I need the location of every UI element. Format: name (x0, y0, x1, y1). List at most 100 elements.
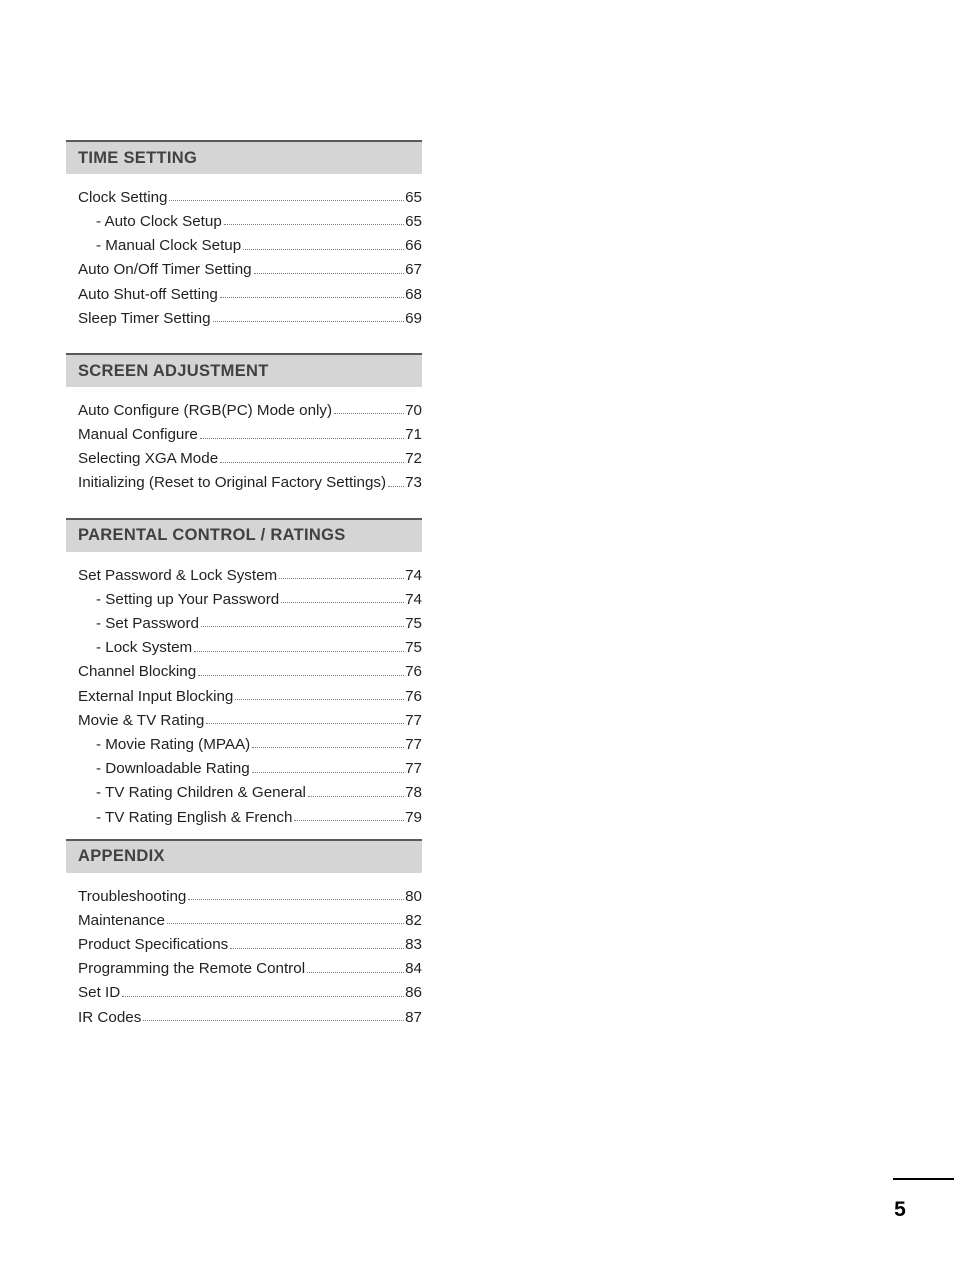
toc-section: TIME SETTING Clock Setting 65- Auto Clock … (66, 140, 422, 327)
toc-entry-label: - Movie Rating (MPAA) (96, 735, 251, 753)
toc-entry[interactable]: - Manual Clock Setup 66 (66, 230, 422, 254)
toc-entry[interactable]: Set Password & Lock System 74 (66, 560, 422, 584)
toc-entry[interactable]: Selecting XGA Mode 72 (66, 444, 422, 468)
dot-leader (243, 248, 405, 250)
toc-entry[interactable]: Initializing (Reset to Original Factory … (66, 468, 422, 492)
dot-leader (220, 461, 405, 463)
toc-entry[interactable]: Set ID 86 (66, 978, 422, 1002)
toc-entry-page: 76 (405, 687, 422, 705)
section-header: PARENTAL CONTROL / RATINGS (66, 517, 422, 552)
section-title: TIME SETTING (78, 148, 198, 167)
toc-entry-page: 80 (405, 887, 422, 905)
toc-entry[interactable]: Troubleshooting 80 (66, 881, 422, 905)
section-title: SCREEN ADJUSTMENT (78, 361, 269, 380)
toc-entry-page: 65 (405, 212, 422, 230)
section-header: APPENDIX (66, 838, 422, 873)
toc-entry-label: Initializing (Reset to Original Factory … (78, 474, 387, 492)
toc-entry-label: Sleep Timer Setting (78, 309, 211, 327)
toc-entry-label: Movie & TV Rating (78, 711, 205, 729)
dot-leader (307, 971, 405, 973)
dot-leader (212, 320, 405, 323)
dot-leader (279, 577, 405, 580)
toc-entry-page: 75 (405, 639, 422, 657)
dot-leader (388, 485, 405, 487)
dot-leader (198, 674, 405, 676)
toc-entry-label: Auto Shut-off Setting (78, 285, 218, 303)
footer-rule (893, 1178, 954, 1180)
toc-entry-page: 74 (405, 566, 422, 584)
toc-entry-page: 71 (405, 426, 422, 444)
toc-entry-label: Programming the Remote Control (78, 960, 306, 978)
toc-section: PARENTAL CONTROL / RATINGS Set Password &… (66, 517, 422, 826)
dot-leader (294, 819, 405, 821)
toc-entry-label: Set Password & Lock System (78, 566, 278, 584)
toc-entry-page: 83 (405, 936, 422, 954)
toc-entry-label: Set ID (78, 984, 121, 1002)
toc-entry[interactable]: Channel Blocking 76 (66, 657, 422, 681)
toc-entry-label: - TV Rating Children & General (96, 784, 306, 802)
toc-entry-label: Auto Configure (RGB(PC) Mode only) (78, 401, 333, 419)
toc-entry-label: Product Specifications (78, 936, 229, 954)
dot-leader (230, 947, 405, 949)
dot-leader (122, 995, 405, 997)
toc-entry-label: External Input Blocking (78, 687, 234, 705)
dot-leader (143, 1019, 405, 1022)
toc-entry-page: 87 (405, 1008, 422, 1026)
toc-entry-list: Auto Configure (RGB(PC) Mode only) 70 Manu… (66, 387, 422, 492)
toc-section: SCREEN ADJUSTMENT Auto Configure (RGB(PC)… (66, 353, 422, 492)
toc-entry-label: - Lock System (96, 639, 193, 657)
toc-entry-page: 76 (405, 663, 422, 681)
section-header: TIME SETTING (66, 140, 422, 174)
toc-entry[interactable]: Product Specifications 83 (66, 929, 422, 953)
toc-entry[interactable]: External Input Blocking 76 (66, 681, 422, 705)
dot-leader (223, 223, 405, 226)
toc-entry-label: - Manual Clock Setup (96, 237, 242, 255)
toc-entry[interactable]: - Auto Clock Setup 65 (66, 206, 422, 230)
dot-leader (188, 898, 405, 901)
toc-entry-page: 67 (405, 261, 422, 279)
toc-entry[interactable]: - TV Rating English & French 79 (66, 802, 422, 826)
toc-entry-label: Channel Blocking (78, 663, 197, 681)
section-title: APPENDIX (78, 847, 165, 866)
toc-entry-page: 77 (405, 735, 422, 753)
toc-entry-list: Clock Setting 65- Auto Clock Setup 65- Man… (66, 174, 422, 327)
toc-entry[interactable]: Auto Configure (RGB(PC) Mode only) 70 (66, 395, 422, 419)
toc-entry-page: 74 (405, 590, 422, 608)
toc-entry[interactable]: Clock Setting 65 (66, 182, 422, 206)
toc-entry[interactable]: Auto On/Off Timer Setting 67 (66, 255, 422, 279)
toc-entry[interactable]: - Set Password 75 (66, 608, 422, 632)
dot-leader (166, 922, 405, 925)
dot-leader (252, 746, 405, 749)
toc-entry[interactable]: Manual Configure 71 (66, 419, 422, 443)
toc-entry-page: 75 (405, 615, 422, 633)
toc-entry[interactable]: Auto Shut-off Setting 68 (66, 279, 422, 303)
dot-leader (169, 199, 405, 202)
toc-entry-label: Selecting XGA Mode (78, 450, 219, 468)
toc-entry-label: Maintenance (78, 911, 165, 929)
toc-entry[interactable]: - TV Rating Children & General 78 (66, 778, 422, 802)
toc-entry[interactable]: - Movie Rating (MPAA) 77 (66, 729, 422, 753)
toc-entry-page: 84 (405, 960, 422, 978)
toc-entry-label: - Auto Clock Setup (96, 212, 222, 230)
toc-entry[interactable]: - Lock System 75 (66, 632, 422, 656)
dot-leader (334, 412, 405, 415)
section-title: PARENTAL CONTROL / RATINGS (78, 526, 346, 545)
dot-leader (200, 625, 405, 628)
toc-entry-list: Set Password & Lock System 74- Setting up… (66, 552, 422, 826)
toc-entry-label: - Set Password (96, 615, 199, 633)
toc-entry[interactable]: IR Codes 87 (66, 1002, 422, 1026)
toc-entry[interactable]: Programming the Remote Control 84 (66, 954, 422, 978)
toc-entry[interactable]: - Downloadable Rating 77 (66, 753, 422, 777)
toc-entry-label: Troubleshooting (78, 887, 187, 905)
toc-entry-page: 72 (405, 450, 422, 468)
toc-entry[interactable]: - Setting up Your Password 74 (66, 584, 422, 608)
toc-entry[interactable]: Movie & TV Rating 77 (66, 705, 422, 729)
toc-entry[interactable]: Maintenance 82 (66, 905, 422, 929)
toc-entry-page: 78 (405, 784, 422, 802)
toc-entry[interactable]: Sleep Timer Setting 69 (66, 303, 422, 327)
dot-leader (194, 650, 405, 652)
dot-leader (219, 296, 405, 298)
dot-leader (253, 272, 405, 274)
